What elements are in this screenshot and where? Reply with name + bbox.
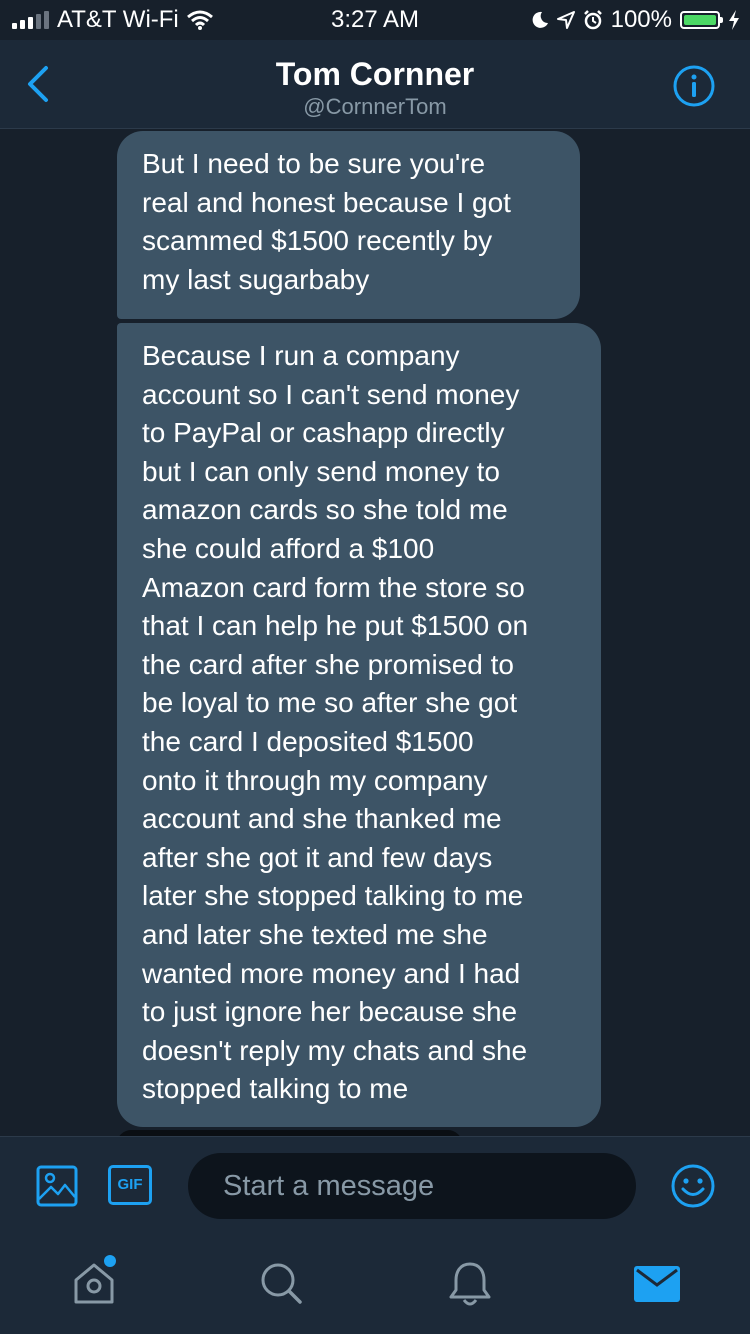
tab-bar [0, 1234, 750, 1334]
location-icon [556, 11, 575, 29]
carrier-label: AT&T Wi-Fi [57, 6, 179, 33]
notifications-icon[interactable] [448, 1260, 492, 1308]
charging-bolt-icon [729, 10, 739, 30]
alarm-icon [583, 10, 602, 30]
home-notification-dot [104, 1255, 116, 1267]
conversation-header: Tom Cornner @CornnerTom [0, 40, 750, 129]
status-left: AT&T Wi-Fi [12, 6, 213, 34]
emoji-icon[interactable] [670, 1163, 716, 1209]
messages-icon[interactable] [634, 1266, 680, 1302]
status-bar: AT&T Wi-Fi 3:27 AM 100% [0, 0, 750, 40]
message-input[interactable]: Start a message [188, 1153, 636, 1219]
battery-percent: 100% [610, 6, 672, 33]
received-message-bubble[interactable]: Because I run a company account so I can… [117, 323, 601, 1127]
status-right: 100% [531, 6, 740, 34]
image-icon[interactable] [36, 1165, 78, 1207]
gif-button[interactable]: GIF [108, 1165, 152, 1205]
received-message-bubble[interactable]: But I need to be sure you're real and ho… [117, 131, 580, 319]
message-composer: GIF Start a message [0, 1136, 750, 1235]
contact-name[interactable]: Tom Cornner [0, 56, 750, 93]
wifi-icon [186, 10, 213, 30]
search-icon[interactable] [258, 1260, 304, 1306]
battery-icon [680, 11, 723, 29]
message-thread[interactable]: But I need to be sure you're real and ho… [0, 128, 750, 1136]
battery-fill [684, 15, 716, 25]
contact-handle: @CornnerTom [303, 94, 447, 119]
signal-icon [12, 11, 49, 29]
moon-icon [532, 11, 548, 28]
info-icon[interactable] [672, 64, 716, 108]
